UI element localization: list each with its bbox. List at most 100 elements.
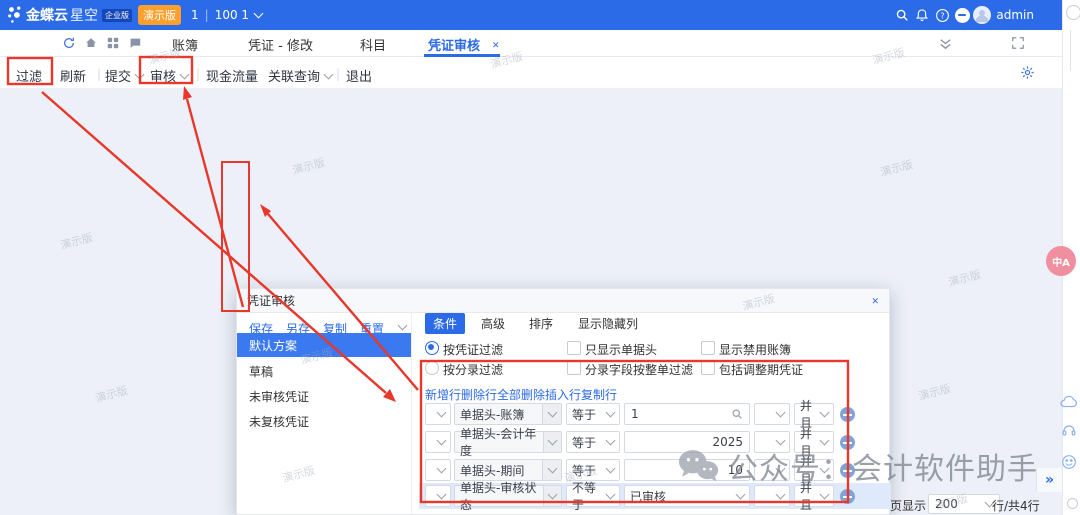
dialog-close-icon[interactable] [871, 294, 879, 307]
tab-close-icon[interactable] [492, 37, 500, 51]
scheme-item-draft[interactable]: 草稿 [237, 359, 411, 383]
filter-row-prefix-select[interactable] [425, 403, 451, 425]
filter-row-prefix-select[interactable] [425, 485, 451, 507]
svg-text:?: ? [940, 11, 944, 20]
filter-logic-select[interactable]: 并且 [794, 403, 834, 425]
filter-logic-select[interactable]: 并且 [794, 485, 834, 507]
chevron-down-icon [776, 464, 786, 474]
tab-voucher-audit[interactable]: 凭证审核 [428, 35, 480, 54]
chevron-down-icon[interactable] [398, 321, 408, 331]
filter-field-select[interactable]: 单据头-会计年度 [454, 431, 562, 453]
action-toolbar: 过滤 刷新 | 提交 审核 | 现金流量 关联查询 | 退出 [0, 57, 1062, 89]
remove-filter-row-button[interactable] [840, 407, 855, 422]
filter-field-select[interactable]: 单据头-审核状态 [454, 485, 562, 507]
translate-floating-button[interactable]: 中A [1046, 246, 1076, 276]
dialog-tab-sort[interactable]: 排序 [521, 313, 561, 334]
remove-filter-row-button[interactable] [840, 435, 855, 450]
scheme-item-unreviewed[interactable]: 未复核凭证 [237, 409, 411, 433]
filter-extra-select[interactable] [754, 431, 790, 453]
related-query-button[interactable]: 关联查询 [268, 66, 332, 85]
remove-filter-row-button[interactable] [840, 489, 855, 504]
refresh-button[interactable]: 刷新 [60, 66, 86, 85]
filter-operator-select[interactable]: 等于 [566, 459, 620, 481]
org-selector[interactable]: 1 | 100 1 [191, 8, 262, 22]
filter-row-prefix-select[interactable] [425, 431, 451, 453]
chevron-down-icon [437, 408, 447, 418]
copy-row-link[interactable]: 复制行 [581, 386, 617, 403]
filter-operator-select[interactable]: 不等于 [566, 485, 620, 507]
show-disabled-books-label: 显示禁用账簿 [719, 341, 791, 358]
smiley-feedback-icon[interactable] [1061, 454, 1077, 473]
cash-flow-button[interactable]: 现金流量 [206, 66, 258, 85]
scheme-item-default[interactable]: 默认方案 [237, 333, 411, 357]
show-disabled-books-checkbox[interactable] [701, 341, 715, 355]
delete-all-link[interactable]: 全部删除 [497, 386, 545, 403]
fullscreen-icon[interactable] [1011, 36, 1025, 53]
toolbar-divider: | [336, 67, 340, 81]
tab-ledger[interactable]: 账簿 [172, 35, 198, 54]
filter-operator-select[interactable]: 等于 [566, 431, 620, 453]
filter-field-select[interactable]: 单据头-期间 [454, 459, 562, 481]
exit-button[interactable]: 退出 [346, 66, 372, 85]
app-window: 金蝶云 星空 企业版 演示版 1 | 100 1 ? admin [0, 0, 1080, 515]
message-icon[interactable] [128, 36, 142, 53]
tab-account[interactable]: 科目 [360, 35, 386, 54]
filter-extra-select[interactable] [754, 485, 790, 507]
do-not-disturb-icon[interactable] [952, 5, 972, 25]
show-header-only-checkbox[interactable] [567, 341, 581, 355]
filter-extra-select[interactable] [754, 459, 790, 481]
scheme-item-unaudited[interactable]: 未审核凭证 [237, 384, 411, 408]
summary-expand-button[interactable]: » [1036, 468, 1062, 492]
per-page-select[interactable]: 200 [928, 494, 1000, 514]
collapse-double-chevron-icon[interactable] [938, 36, 953, 54]
demo-badge: 演示版 [138, 5, 181, 25]
sync-icon[interactable] [62, 36, 76, 53]
help-icon[interactable]: ? [932, 5, 952, 25]
notification-bell-icon[interactable] [912, 5, 932, 25]
filter-value-input[interactable]: 1 [624, 403, 750, 425]
tab-voucher-edit[interactable]: 凭证 - 修改 [248, 35, 313, 54]
add-row-link[interactable]: 新增行 [425, 386, 461, 403]
remove-filter-row-button[interactable] [840, 463, 855, 478]
dialog-tab-advanced[interactable]: 高级 [473, 313, 513, 334]
username[interactable]: admin [996, 8, 1034, 22]
chevron-down-icon [547, 464, 557, 474]
lookup-magnifier-icon[interactable] [731, 408, 743, 420]
chevron-down-icon [548, 436, 558, 446]
chevron-down-icon [776, 408, 786, 418]
chevron-down-icon [254, 9, 264, 19]
settings-gear-icon[interactable] [1020, 65, 1035, 83]
filter-value-select[interactable]: 已审核 [624, 485, 750, 507]
include-adjust-period-checkbox[interactable] [701, 361, 715, 375]
dialog-tab-condition[interactable]: 条件 [425, 313, 465, 334]
filter-value-input[interactable]: 10 [624, 459, 750, 481]
chevron-down-icon [606, 464, 616, 474]
insert-row-link[interactable]: 插入行 [545, 386, 581, 403]
filter-logic-select[interactable]: 并且 [794, 431, 834, 453]
submit-button[interactable]: 提交 [105, 66, 143, 85]
dialog-tab-show-hide-columns[interactable]: 显示隐藏列 [569, 313, 647, 334]
filter-button[interactable]: 过滤 [16, 66, 42, 85]
apps-grid-icon[interactable] [106, 36, 120, 53]
entry-field-whole-doc-label: 分录字段按整单过滤 [585, 361, 693, 378]
filter-value-input[interactable]: 2025 [624, 431, 750, 453]
entry-field-whole-doc-checkbox[interactable] [567, 361, 581, 375]
audit-button[interactable]: 审核 [150, 66, 188, 85]
cloud-icon[interactable] [1059, 394, 1079, 412]
avatar[interactable] [972, 5, 992, 25]
toolbar-divider: | [196, 67, 200, 81]
filter-operator-select[interactable]: 等于 [566, 403, 620, 425]
filter-field-select[interactable]: 单据头-账簿 [454, 403, 562, 425]
filter-by-voucher-radio[interactable] [425, 341, 439, 355]
headset-support-icon[interactable] [1061, 422, 1077, 441]
search-icon[interactable] [892, 5, 912, 25]
filter-extra-select[interactable] [754, 403, 790, 425]
delete-row-link[interactable]: 删除行 [461, 386, 497, 403]
home-icon[interactable] [84, 36, 98, 53]
filter-logic-select[interactable]: 并且 [794, 459, 834, 481]
filter-by-entry-radio[interactable] [425, 361, 439, 375]
chevron-down-icon [180, 69, 190, 79]
filter-row-prefix-select[interactable] [425, 459, 451, 481]
top-bar: 金蝶云 星空 企业版 演示版 1 | 100 1 ? admin [0, 0, 1062, 30]
org-separator: | [205, 8, 209, 22]
